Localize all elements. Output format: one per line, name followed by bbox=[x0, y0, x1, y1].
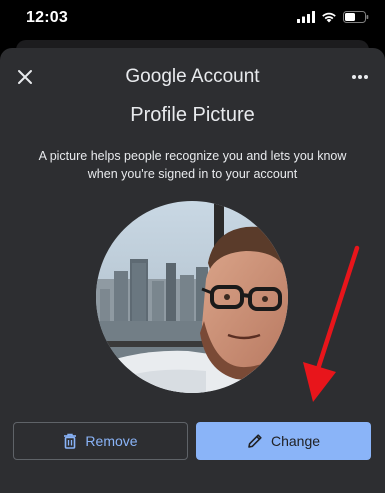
battery-icon bbox=[343, 11, 369, 23]
remove-button-label: Remove bbox=[85, 433, 138, 449]
change-button[interactable]: Change bbox=[196, 422, 371, 460]
brand-account: Account bbox=[190, 66, 260, 87]
wifi-icon bbox=[322, 12, 336, 23]
profile-photo-image bbox=[96, 201, 288, 393]
status-icons bbox=[297, 11, 369, 23]
sheet-header: Google Account bbox=[0, 48, 385, 106]
more-horizontal-icon bbox=[352, 75, 368, 79]
signal-icon bbox=[297, 11, 315, 23]
page-description: A picture helps people recognize you and… bbox=[38, 149, 347, 181]
page-title: Profile Picture bbox=[130, 104, 255, 126]
google-account-logo: Google Account bbox=[0, 66, 385, 88]
remove-button[interactable]: Remove bbox=[13, 422, 188, 460]
status-time: 12:03 bbox=[26, 9, 68, 26]
profile-photo[interactable] bbox=[96, 201, 288, 393]
pencil-icon bbox=[248, 434, 262, 448]
profile-picture-sheet: Google Account Profile Picture A picture… bbox=[0, 48, 385, 493]
brand-google: Google bbox=[125, 66, 187, 87]
status-bar: 12:03 bbox=[0, 0, 385, 40]
phone-screen: 12:03 Google Account Profile Picture A p… bbox=[0, 0, 385, 493]
more-options-button[interactable] bbox=[345, 62, 375, 92]
change-button-label: Change bbox=[270, 433, 321, 449]
trash-icon bbox=[64, 433, 77, 449]
